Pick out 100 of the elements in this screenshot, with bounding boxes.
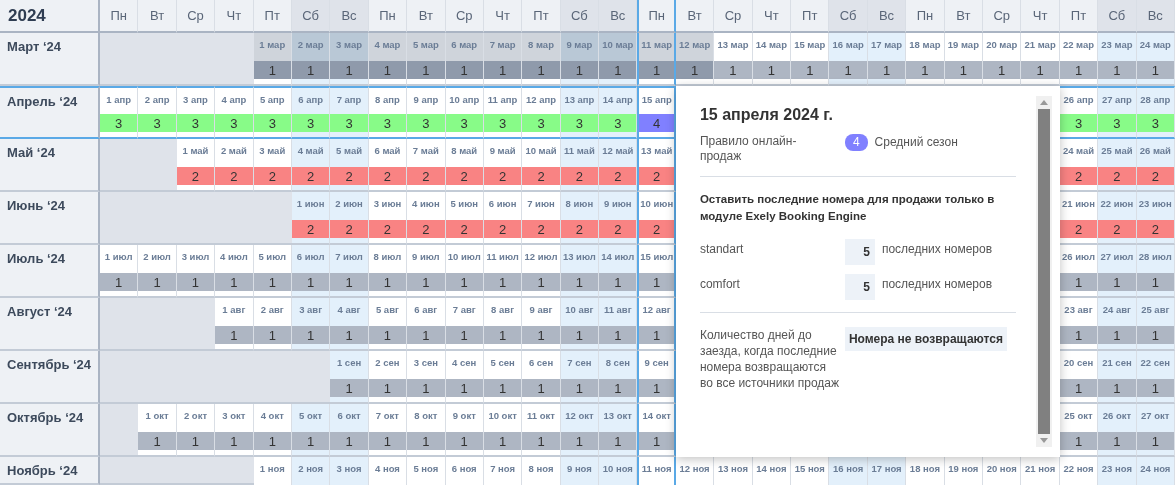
date-cell[interactable]: 21 июн: [1059, 192, 1099, 220]
date-cell[interactable]: 13 апр: [560, 86, 600, 114]
rule-number-cell[interactable]: 1: [1098, 379, 1136, 397]
rule-number-cell[interactable]: 1: [1136, 432, 1174, 450]
rule-number-cell[interactable]: 2: [522, 167, 560, 185]
rule-number-cell[interactable]: 1: [1136, 326, 1174, 344]
date-cell[interactable]: 8 мар: [522, 33, 561, 61]
rule-number-cell[interactable]: 1: [1098, 273, 1136, 291]
date-cell[interactable]: 4 апр: [215, 86, 254, 114]
rule-number-cell[interactable]: 1: [368, 61, 407, 79]
date-cell[interactable]: 14 окт: [637, 404, 676, 432]
rule-number-cell[interactable]: 1: [407, 61, 445, 79]
rule-number-cell[interactable]: 2: [291, 220, 330, 238]
rule-number-cell[interactable]: 2: [483, 220, 522, 238]
rule-number-cell[interactable]: 1: [1098, 432, 1136, 450]
rule-number-cell[interactable]: 1: [138, 273, 176, 291]
rule-number-cell[interactable]: 2: [1136, 220, 1174, 238]
date-cell[interactable]: 10 мар: [599, 33, 638, 61]
date-cell[interactable]: 26 окт: [1098, 404, 1137, 432]
rule-number-cell[interactable]: 1: [714, 61, 752, 79]
date-cell[interactable]: 3 ноя: [330, 457, 369, 485]
date-cell[interactable]: 9 апр: [407, 86, 446, 114]
date-cell[interactable]: 11 май: [560, 139, 600, 167]
rule-number-cell[interactable]: 4: [639, 114, 674, 132]
rule-number-cell[interactable]: 1: [1136, 379, 1174, 397]
date-cell[interactable]: 10 июн: [637, 192, 676, 220]
rule-number-cell[interactable]: 1: [407, 432, 445, 450]
rule-number-cell[interactable]: 2: [445, 220, 483, 238]
rule-number-cell[interactable]: 1: [445, 61, 483, 79]
date-cell[interactable]: 26 май: [1136, 139, 1175, 167]
rule-number-cell[interactable]: 1: [1098, 61, 1136, 79]
rule-number-cell[interactable]: 2: [407, 220, 445, 238]
scroll-down-icon[interactable]: [1039, 438, 1048, 443]
rule-number-cell[interactable]: 1: [1021, 61, 1059, 79]
rule-number-cell[interactable]: 1: [1136, 273, 1174, 291]
rule-number-cell[interactable]: 1: [407, 379, 445, 397]
date-cell[interactable]: 4 май: [291, 139, 331, 167]
rule-number-cell[interactable]: 2: [215, 167, 253, 185]
date-cell[interactable]: 10 апр: [445, 86, 484, 114]
rule-number-cell[interactable]: 1: [253, 326, 291, 344]
date-cell[interactable]: 20 мар: [983, 33, 1022, 61]
rule-number-cell[interactable]: 1: [330, 273, 368, 291]
rule-number-cell[interactable]: 1: [176, 273, 215, 291]
date-cell[interactable]: 5 окт: [291, 404, 331, 432]
date-cell[interactable]: 2 ноя: [291, 457, 331, 485]
date-cell[interactable]: 27 июл: [1098, 245, 1137, 273]
rule-number-cell[interactable]: 1: [522, 61, 560, 79]
date-cell[interactable]: 4 авг: [330, 298, 369, 326]
rule-number-cell[interactable]: 1: [445, 432, 483, 450]
date-cell[interactable]: 5 апр: [253, 86, 292, 114]
date-cell[interactable]: 6 мар: [445, 33, 484, 61]
date-cell[interactable]: 1 сен: [330, 351, 369, 379]
date-cell[interactable]: 24 ноя: [1136, 457, 1175, 485]
rule-number-cell[interactable]: 3: [253, 114, 291, 132]
rule-number-cell[interactable]: 2: [407, 167, 445, 185]
rule-number-cell[interactable]: 2: [176, 167, 215, 185]
rule-number-cell[interactable]: 2: [1059, 167, 1098, 185]
date-cell[interactable]: 13 июл: [560, 245, 600, 273]
date-cell[interactable]: 11 апр: [483, 86, 523, 114]
rule-number-cell[interactable]: 1: [522, 273, 560, 291]
rule-number-cell[interactable]: 2: [291, 167, 330, 185]
date-cell[interactable]: 15 июл: [637, 245, 676, 273]
rule-number-cell[interactable]: 1: [253, 61, 291, 79]
rule-number-cell[interactable]: 1: [291, 326, 330, 344]
rule-number-cell[interactable]: 2: [599, 220, 637, 238]
rule-number-cell[interactable]: 2: [483, 167, 522, 185]
rule-number-cell[interactable]: 3: [599, 114, 637, 132]
rule-number-cell[interactable]: 1: [483, 273, 522, 291]
scrollbar[interactable]: [1035, 96, 1052, 447]
date-cell[interactable]: 16 мар: [829, 33, 868, 61]
rule-number-cell[interactable]: 1: [829, 61, 867, 79]
date-cell[interactable]: 11 авг: [599, 298, 638, 326]
rule-number-cell[interactable]: 3: [1098, 114, 1136, 132]
date-cell[interactable]: 28 апр: [1136, 86, 1175, 114]
rule-number-cell[interactable]: 1: [522, 326, 560, 344]
date-cell[interactable]: 5 мар: [407, 33, 446, 61]
date-cell[interactable]: 24 авг: [1098, 298, 1137, 326]
rule-number-cell[interactable]: 3: [445, 114, 483, 132]
rule-number-cell[interactable]: 1: [944, 61, 983, 79]
rule-number-cell[interactable]: 3: [138, 114, 176, 132]
rule-number-cell[interactable]: 1: [639, 326, 674, 344]
rule-number-cell[interactable]: 1: [138, 432, 176, 450]
rule-number-cell[interactable]: 1: [639, 61, 674, 79]
rule-number-cell[interactable]: 2: [1098, 220, 1136, 238]
rule-number-cell[interactable]: 1: [330, 432, 368, 450]
date-cell[interactable]: 17 ноя: [867, 457, 907, 485]
date-cell[interactable]: 23 июн: [1136, 192, 1175, 220]
rule-number-cell[interactable]: 2: [560, 167, 599, 185]
rule-number-cell[interactable]: 2: [368, 220, 407, 238]
count-field[interactable]: 5: [844, 274, 875, 300]
date-cell[interactable]: 14 апр: [599, 86, 638, 114]
date-cell[interactable]: 14 июл: [599, 245, 638, 273]
rule-number-cell[interactable]: 1: [560, 273, 599, 291]
rule-number-cell[interactable]: 2: [560, 220, 599, 238]
rule-number-cell[interactable]: 2: [599, 167, 637, 185]
date-cell[interactable]: 9 сен: [637, 351, 676, 379]
rule-number-cell[interactable]: 3: [483, 114, 522, 132]
rule-number-cell[interactable]: 1: [1136, 61, 1174, 79]
date-cell[interactable]: 2 апр: [138, 86, 177, 114]
date-cell[interactable]: 7 мар: [483, 33, 523, 61]
